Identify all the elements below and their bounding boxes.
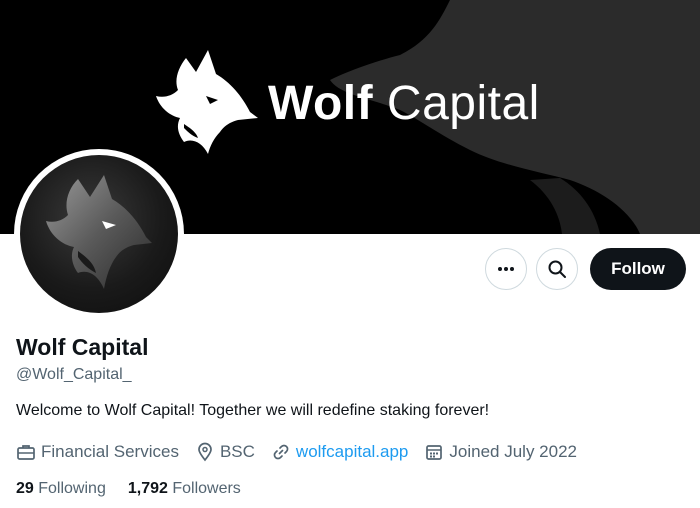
location-pin-icon <box>198 442 212 462</box>
avatar[interactable] <box>14 149 184 319</box>
meta-website[interactable]: wolfcapital.app <box>271 442 408 462</box>
search-icon <box>548 260 566 278</box>
display-name: Wolf Capital <box>16 334 149 360</box>
meta-category-label: Financial Services <box>41 442 179 461</box>
more-icon <box>498 267 514 271</box>
meta-location-label: BSC <box>219 442 255 461</box>
avatar-image <box>20 155 178 313</box>
avatar-wolf-icon <box>46 175 152 289</box>
user-handle: @Wolf_Capital_ <box>16 366 132 383</box>
following-label: Following <box>38 480 106 497</box>
banner-title-bold: Wolf <box>268 77 374 130</box>
meta-location: BSC <box>195 442 255 462</box>
following-count: 29 <box>16 480 34 497</box>
meta-joined-label: Joined July 2022 <box>449 442 577 461</box>
briefcase-icon <box>17 445 35 460</box>
follow-button[interactable]: Follow <box>590 248 686 290</box>
search-button[interactable] <box>536 248 578 290</box>
calendar-icon <box>426 445 443 460</box>
followers-stat[interactable]: 1,792 Followers <box>128 480 241 498</box>
link-icon <box>273 444 289 460</box>
profile-stats: 29 Following 1,792 Followers <box>16 480 263 498</box>
website-link[interactable]: wolfcapital.app <box>296 442 408 462</box>
more-button[interactable] <box>485 248 527 290</box>
profile-meta: Financial Services BSC wolfcapital.app J… <box>16 440 593 464</box>
profile-bio: Welcome to Wolf Capital! Together we wil… <box>16 402 490 419</box>
meta-category: Financial Services <box>16 442 179 462</box>
wolf-logo-icon <box>156 50 258 154</box>
followers-count: 1,792 <box>127 480 168 497</box>
banner-title-light: Capital <box>386 77 540 130</box>
following-stat[interactable]: 29 Following <box>16 480 106 498</box>
followers-label: Followers <box>172 480 241 497</box>
meta-joined: Joined July 2022 <box>424 442 577 462</box>
banner-title: Wolf Capital <box>268 76 540 132</box>
